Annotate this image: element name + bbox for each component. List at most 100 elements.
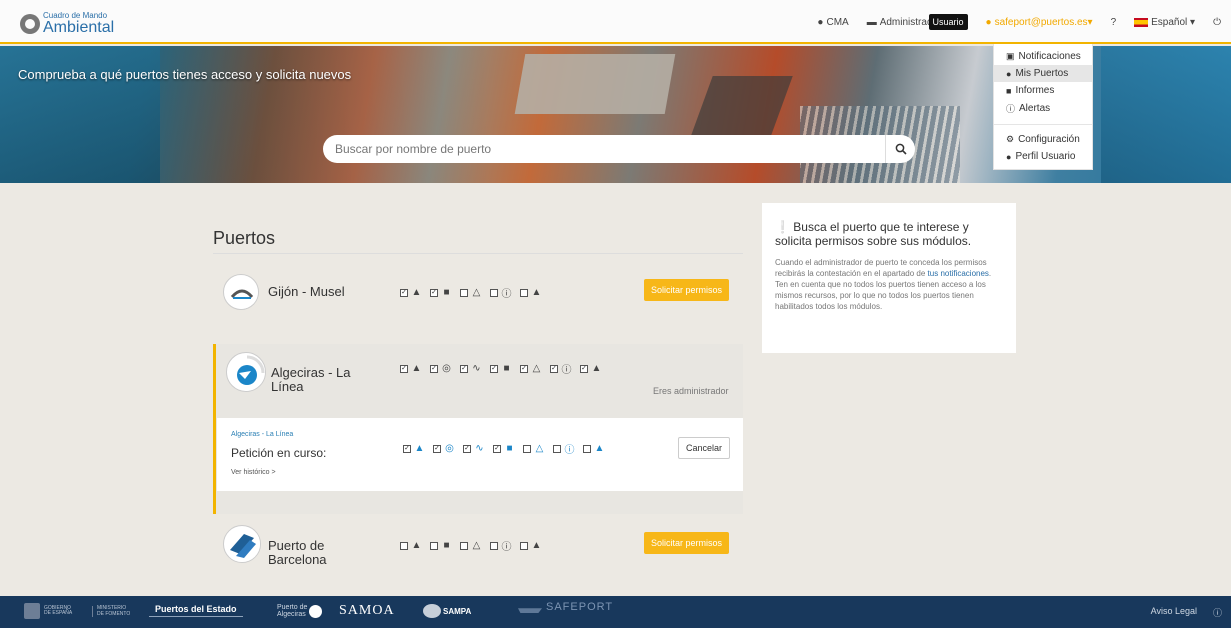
module-checkbox[interactable] (520, 541, 528, 550)
module-checkbox[interactable] (490, 541, 498, 550)
group-icon: ● (817, 16, 824, 28)
samoa-logo[interactable]: SAMOA (339, 603, 395, 619)
help-link[interactable]: ? (1111, 17, 1117, 28)
request-port-name: Algeciras - La Línea (231, 431, 294, 438)
port-name: Puerto de Barcelona (268, 538, 327, 568)
wave-icon: ∿ (475, 443, 484, 454)
module-checkbox[interactable]: ✓ (580, 364, 588, 373)
coat-of-arms-icon (24, 603, 40, 619)
safeport-logo[interactable]: SAFEPORT (518, 601, 613, 613)
module-checkbox[interactable] (553, 444, 561, 453)
module-checkbox[interactable]: ✓ (433, 444, 441, 453)
binoculars-icon: ▲ (411, 363, 422, 374)
report-icon: ■ (503, 363, 510, 374)
gear-logo-icon (20, 14, 40, 34)
module-checkboxes: ✓ ▲ ✓ ■ △ ⓘ ▲ (400, 287, 550, 300)
menu-item-alertas[interactable]: ⓘ Alertas (994, 99, 1092, 118)
module-checkbox[interactable]: ✓ (400, 288, 408, 297)
module-checkbox[interactable]: ✓ (520, 364, 528, 373)
user-icon: ● (985, 16, 992, 28)
module-checkbox[interactable]: ✓ (403, 444, 411, 453)
gear-icon (423, 604, 441, 618)
report-icon: ■ (506, 443, 513, 454)
ports-list: Puertos (213, 228, 743, 254)
nav-admin[interactable]: ▬ Administrad Usuario (867, 14, 968, 30)
alert-icon: ⓘ (501, 289, 512, 300)
factory-icon: △ (535, 443, 544, 454)
factory-icon: △ (472, 287, 481, 298)
request-title: Petición en curso: (231, 446, 327, 460)
info-title: Busca el puerto que te interese y solici… (775, 220, 972, 248)
user-icon: ● (1006, 68, 1012, 79)
binoculars-icon: ▲ (411, 287, 422, 298)
profile-icon: ● (1006, 151, 1012, 162)
module-checkbox[interactable]: ✓ (460, 364, 468, 373)
module-checkbox[interactable]: ✓ (550, 364, 558, 373)
info-panel: ❕ Busca el puerto que te interese y soli… (762, 203, 1016, 353)
legal-notice-link[interactable]: Aviso Legal (1151, 606, 1197, 616)
notification-icon: ▣ (1006, 51, 1015, 61)
info-icon[interactable]: ⓘ (1213, 606, 1222, 619)
nav-cma[interactable]: ● CMA (817, 17, 848, 28)
module-checkbox[interactable]: ✓ (463, 444, 471, 453)
module-checkbox[interactable]: ✓ (430, 364, 438, 373)
info-icon: ❕ (775, 220, 794, 234)
cancel-button[interactable]: Cancelar (678, 437, 731, 459)
module-checkboxes: ✓ ▲ ✓ ◎ ✓ ∿ ✓ ■ ✓ △ ✓ ⓘ ✓ ▲ (400, 363, 610, 376)
wave-icon: ∿ (472, 363, 481, 374)
request-permissions-button[interactable]: Solicitar permisos (644, 279, 730, 301)
module-checkbox[interactable]: ✓ (490, 364, 498, 373)
module-checkbox[interactable] (460, 541, 468, 550)
graduation-cap-icon: ▲ (531, 287, 542, 298)
module-checkbox[interactable]: ✓ (430, 288, 438, 297)
nav-user-menu[interactable]: ● safeport@puertos.es▾ (986, 17, 1093, 28)
search-icon (895, 143, 907, 155)
port-name: Algeciras - La Línea (271, 365, 351, 395)
menu-item-configuracion[interactable]: ⚙ Configuración (994, 131, 1092, 148)
request-permissions-button[interactable]: Solicitar permisos (644, 532, 730, 554)
user-dropdown-menu: ▣ Notificaciones ● Mis Puertos ■ Informes ⓘ… (993, 44, 1093, 170)
brand-logo[interactable]: Cuadro de Mando Ambiental (20, 12, 114, 36)
globe-icon: ◎ (445, 443, 454, 454)
gobierno-logo: GOBIERNO DE ESPAÑA (24, 603, 72, 619)
gear-icon: ⚙ (1006, 134, 1015, 144)
module-checkbox[interactable] (400, 541, 408, 550)
search-bar (323, 135, 915, 163)
ministerio-logo: MINISTERIO DE FOMENTO (92, 605, 130, 617)
power-icon[interactable]: ⏻ (1213, 17, 1221, 28)
menu-item-mis-puertos[interactable]: ● Mis Puertos (994, 65, 1092, 82)
module-checkbox[interactable] (523, 444, 531, 453)
brand-title: Ambiental (43, 19, 115, 36)
module-checkbox[interactable] (520, 288, 528, 297)
language-selector[interactable]: Español ▾ (1134, 17, 1195, 28)
report-icon: ■ (443, 540, 450, 551)
report-icon: ■ (443, 287, 450, 298)
alert-icon: ⓘ (561, 365, 572, 376)
module-checkbox[interactable]: ✓ (400, 364, 408, 373)
report-icon: ■ (1006, 85, 1012, 96)
history-link[interactable]: Ver histórico > (231, 469, 276, 476)
search-input[interactable] (335, 142, 885, 156)
notifications-link[interactable]: tus notificaciones (928, 269, 989, 278)
request-module-checkboxes: ✓ ▲ ✓ ◎ ✓ ∿ ✓ ■ △ ⓘ ▲ (403, 443, 613, 456)
puertos-del-estado-logo[interactable]: Puertos del Estado (149, 604, 243, 617)
admin-icon: ▬ (866, 16, 877, 28)
search-button[interactable] (885, 135, 915, 163)
puerto-algeciras-logo[interactable]: Puerto de Algeciras (277, 604, 323, 618)
menu-item-informes[interactable]: ■ Informes (994, 82, 1092, 99)
module-checkbox[interactable] (583, 444, 591, 453)
module-checkbox[interactable] (430, 541, 438, 550)
menu-item-notificaciones[interactable]: ▣ Notificaciones (994, 48, 1092, 65)
module-checkbox[interactable]: ✓ (493, 444, 501, 453)
barcelona-logo (223, 525, 261, 563)
top-navbar: Cuadro de Mando Ambiental ● CMA ▬ Administ… (0, 0, 1231, 44)
alert-icon: ⓘ (1006, 104, 1016, 114)
algeciras-logo (226, 352, 266, 392)
menu-item-perfil-usuario[interactable]: ● Perfil Usuario (994, 148, 1092, 165)
sampa-logo[interactable]: SAMPA (423, 604, 471, 618)
hero-title: Comprueba a qué puertos tienes acceso y … (18, 67, 352, 82)
module-checkbox[interactable] (460, 288, 468, 297)
footer: GOBIERNO DE ESPAÑA MINISTERIO DE FOMENTO P… (0, 596, 1231, 628)
factory-icon: △ (532, 363, 541, 374)
module-checkbox[interactable] (490, 288, 498, 297)
